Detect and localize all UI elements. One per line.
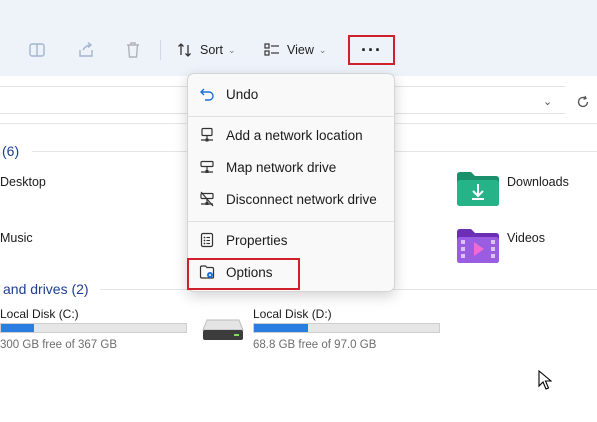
sort-label: Sort	[200, 43, 223, 57]
drive-d-free-space: 68.8 GB free of 97.0 GB	[253, 339, 377, 351]
menu-separator	[188, 221, 396, 222]
rename-button[interactable]	[28, 36, 46, 64]
folder-music[interactable]: Music	[0, 231, 33, 245]
folder-downloads[interactable]: Downloads	[507, 175, 569, 189]
chevron-down-icon: ⌄	[318, 44, 327, 55]
address-history-chevron-icon[interactable]: ⌄	[543, 95, 552, 108]
folder-desktop[interactable]: Desktop	[0, 175, 46, 189]
command-bar: Sort ⌄ View ⌄ ···	[0, 0, 597, 76]
drive-c-usage-fill	[1, 324, 35, 332]
share-button[interactable]	[77, 36, 95, 64]
drive-c-usage-bar	[0, 323, 187, 333]
hard-drive-icon[interactable]	[201, 318, 245, 342]
file-explorer-window: Sort ⌄ View ⌄ ··· ⌄ (6) Desktop Music Do…	[0, 0, 597, 422]
chevron-down-icon: ⌄	[227, 44, 236, 55]
toolbar-separator	[160, 40, 161, 60]
drive-d-name[interactable]: Local Disk (D:)	[253, 307, 332, 321]
drive-d-usage-bar	[253, 323, 440, 333]
trash-icon	[127, 42, 139, 58]
mouse-cursor-icon	[538, 370, 552, 390]
view-button[interactable]: View ⌄	[263, 36, 326, 64]
sort-button[interactable]: Sort ⌄	[176, 36, 235, 64]
network-location-icon	[201, 127, 213, 142]
view-icon	[264, 43, 279, 56]
share-icon	[79, 41, 93, 57]
downloads-folder-icon[interactable]	[456, 171, 500, 207]
menu-item-label: Add a network location	[226, 127, 363, 143]
videos-folder-icon[interactable]	[456, 228, 500, 264]
undo-icon	[200, 88, 214, 101]
sort-icon	[178, 43, 191, 57]
menu-item-disconnect-network-drive[interactable]: Disconnect network drive	[188, 183, 396, 215]
menu-item-map-network-drive[interactable]: Map network drive	[188, 151, 396, 183]
folders-section-header[interactable]: (6)	[2, 143, 19, 159]
delete-button[interactable]	[124, 36, 142, 64]
refresh-icon[interactable]	[576, 95, 590, 109]
drives-section-header[interactable]: and drives (2)	[3, 281, 89, 297]
rename-icon	[29, 43, 45, 57]
map-network-drive-icon	[200, 160, 214, 173]
drive-c-free-space: 300 GB free of 367 GB	[0, 339, 117, 351]
disconnect-network-drive-icon	[200, 191, 214, 207]
drive-d-usage-fill	[254, 324, 308, 332]
folder-videos[interactable]: Videos	[507, 231, 545, 245]
properties-icon	[200, 232, 214, 248]
menu-item-label: Map network drive	[226, 159, 337, 175]
menu-item-undo[interactable]: Undo	[188, 78, 396, 110]
menu-item-label: Properties	[226, 232, 288, 248]
menu-item-label: Disconnect network drive	[226, 191, 377, 207]
menu-item-properties[interactable]: Properties	[188, 224, 396, 256]
menu-item-add-network-location[interactable]: Add a network location	[188, 119, 396, 151]
more-options-icon: ···	[361, 39, 382, 60]
see-more-button[interactable]: ···	[348, 35, 395, 65]
menu-separator	[188, 116, 396, 117]
options-highlight-box	[187, 258, 300, 290]
view-label: View	[287, 43, 314, 57]
drive-c-name[interactable]: Local Disk (C:)	[0, 307, 79, 321]
menu-item-label: Undo	[226, 86, 259, 102]
